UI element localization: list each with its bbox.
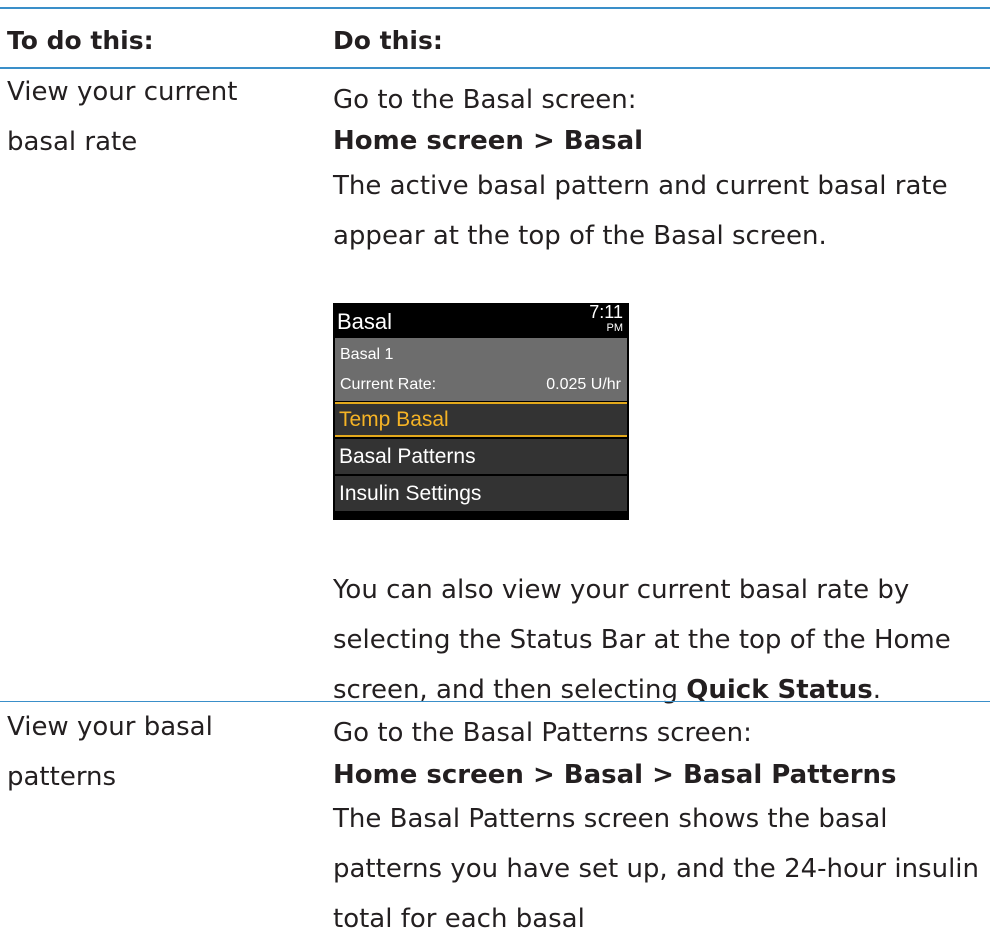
- device-menu-insulin-settings: Insulin Settings: [335, 476, 627, 511]
- row2-path: Home screen > Basal > Basal Patterns: [333, 760, 897, 790]
- device-menu-temp-basal: Temp Basal: [335, 402, 627, 437]
- device-time: 7:11: [589, 302, 623, 322]
- device-info-panel: Basal 1 Current Rate: 0.025 U/hr: [335, 338, 627, 401]
- row2-task: View your basal patterns: [7, 712, 213, 792]
- basal-screen-image: Basal 7:11 PM Basal 1 Current Rate: 0.02…: [333, 303, 629, 520]
- device-ampm: PM: [606, 322, 624, 334]
- row1-task: View your current basal rate: [7, 77, 238, 157]
- device-rate-value: 0.025 U/hr: [546, 376, 621, 393]
- row1-desc: The active basal pattern and current bas…: [333, 171, 948, 251]
- device-rate-label: Current Rate:: [340, 376, 437, 393]
- table-top-rule: [0, 7, 990, 9]
- row2-desc: The Basal Patterns screen shows the basa…: [333, 804, 980, 934]
- device-rate-row: Current Rate: 0.025 U/hr: [340, 370, 621, 400]
- device-clock: 7:11 PM: [589, 302, 624, 336]
- row1-path: Home screen > Basal: [333, 126, 644, 156]
- device-menu-basal-patterns: Basal Patterns: [335, 439, 627, 474]
- header-col1: To do this:: [7, 26, 154, 55]
- header-col2: Do this:: [333, 26, 443, 55]
- device-title: Basal: [337, 309, 393, 334]
- row1-note: You can also view your current basal rat…: [333, 565, 983, 715]
- device-pattern: Basal 1: [340, 346, 394, 363]
